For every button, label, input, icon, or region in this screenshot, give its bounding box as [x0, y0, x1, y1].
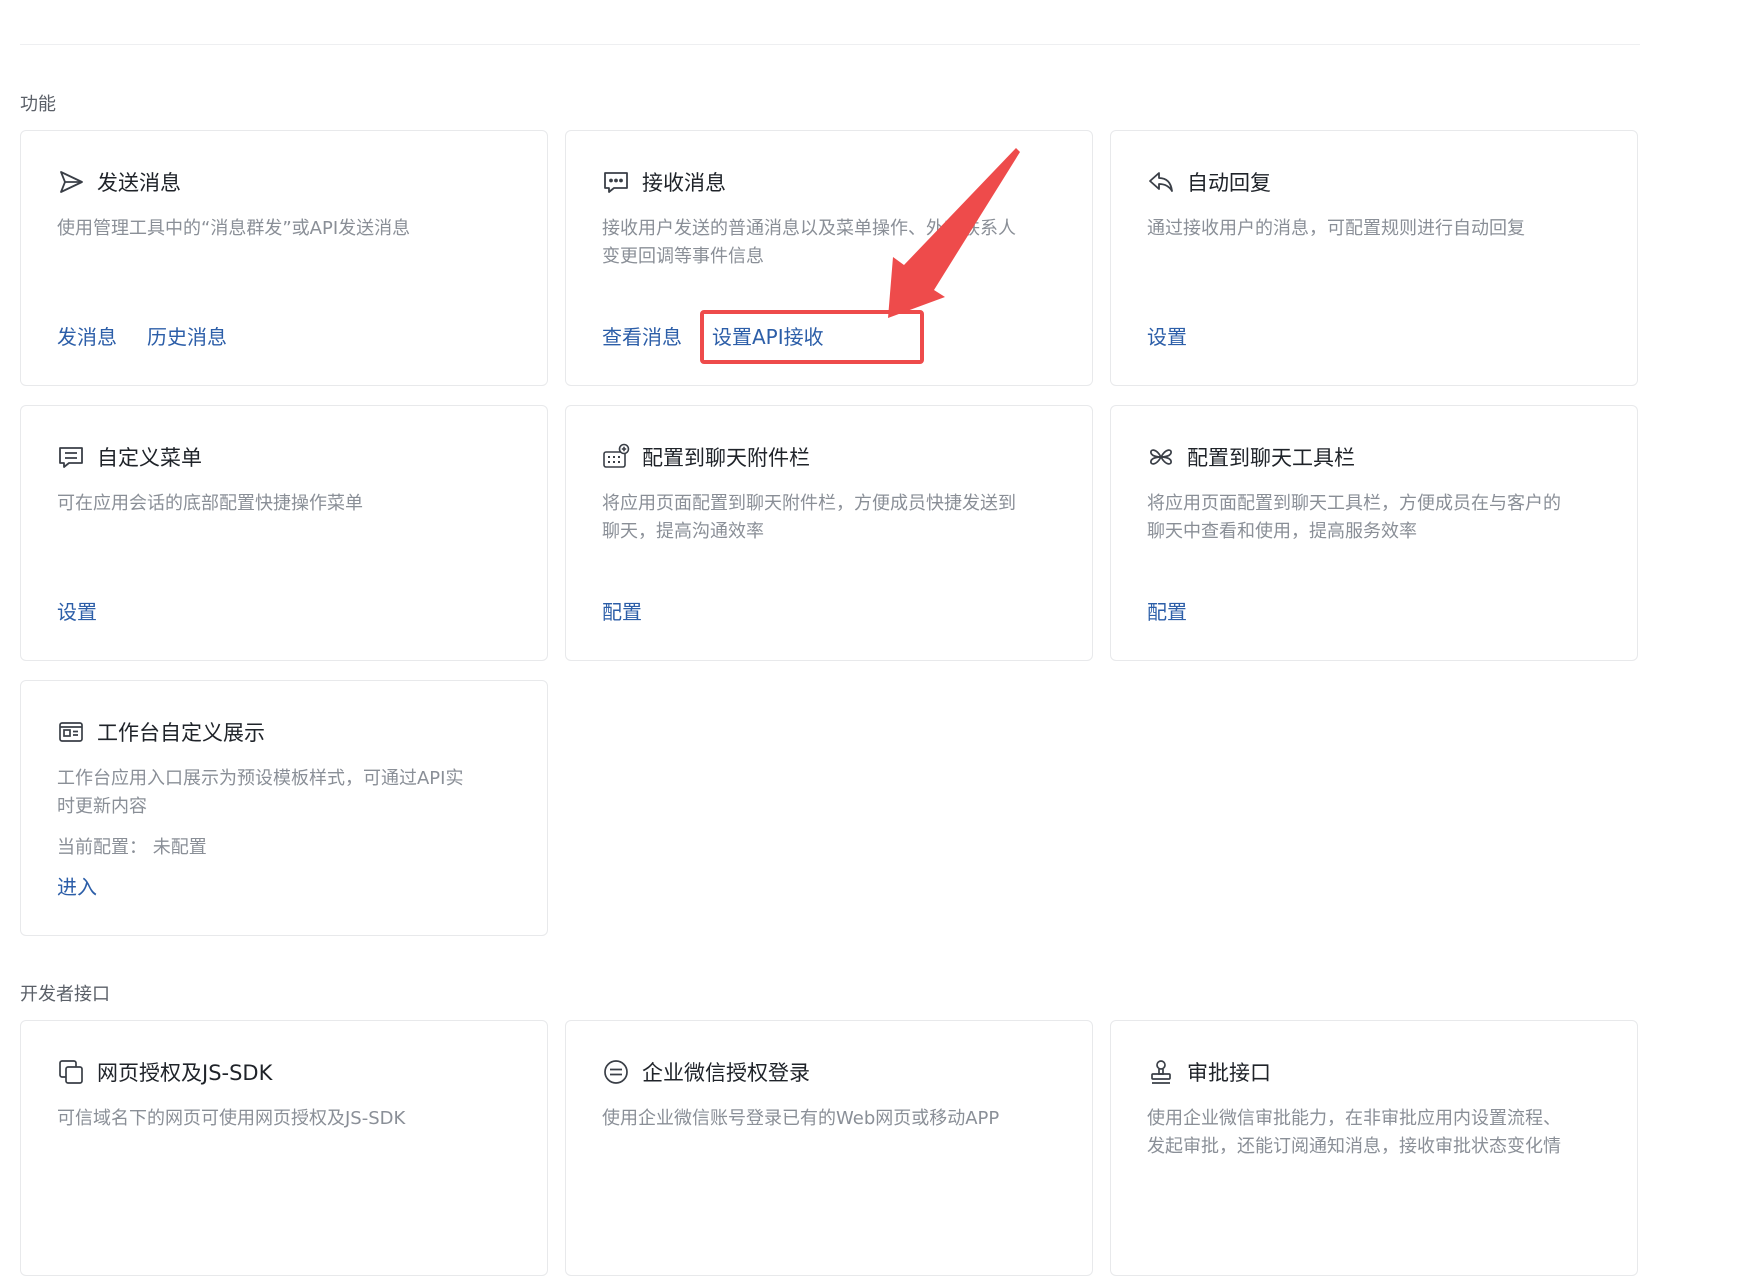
set-api-receive-link[interactable]: 设置API接收 — [712, 321, 824, 350]
card-description: 将应用页面配置到聊天附件栏，方便成员快捷发送到 聊天，提高沟通效率 — [602, 493, 1016, 542]
card-description: 使用管理工具中的“消息群发”或API发送消息 — [57, 218, 411, 239]
card-workbench-display: 工作台自定义展示 工作台应用入口展示为预设模板样式，可通过API实 时更新内容 … — [20, 680, 548, 936]
card-send-message: 发送消息 使用管理工具中的“消息群发”或API发送消息 发消息 历史消息 — [20, 130, 548, 386]
copy-icon — [57, 1058, 85, 1086]
keyboard-add-icon — [602, 443, 630, 471]
template-icon — [57, 718, 85, 746]
card-title: 配置到聊天工具栏 — [1187, 446, 1355, 470]
section-title-features: 功能 — [20, 94, 56, 115]
card-description: 接收用户发送的普通消息以及菜单操作、外部联系人 变更回调等事件信息 — [602, 218, 1016, 267]
history-messages-link[interactable]: 历史消息 — [147, 321, 227, 350]
card-description: 使用企业微信账号登录已有的Web网页或移动APP — [602, 1108, 1000, 1129]
card-chat-attachment-bar: 配置到聊天附件栏 将应用页面配置到聊天附件栏，方便成员快捷发送到 聊天，提高沟通… — [565, 405, 1093, 661]
card-approval-api[interactable]: 审批接口 使用企业微信审批能力，在非审批应用内设置流程、 发起审批，还能订阅通知… — [1110, 1020, 1638, 1276]
card-description: 将应用页面配置到聊天工具栏，方便成员在与客户的 聊天中查看和使用，提高服务效率 — [1147, 493, 1561, 542]
workbench-enter-link[interactable]: 进入 — [57, 871, 97, 900]
card-receive-message: 接收消息 接收用户发送的普通消息以及菜单操作、外部联系人 变更回调等事件信息 查… — [565, 130, 1093, 386]
card-title: 发送消息 — [97, 171, 181, 195]
card-wecom-auth-login[interactable]: 企业微信授权登录 使用企业微信账号登录已有的Web网页或移动APP — [565, 1020, 1093, 1276]
card-description: 可信域名下的网页可使用网页授权及JS-SDK — [57, 1108, 406, 1129]
card-chat-toolbar: 配置到聊天工具栏 将应用页面配置到聊天工具栏，方便成员在与客户的 聊天中查看和使… — [1110, 405, 1638, 661]
view-messages-link[interactable]: 查看消息 — [602, 321, 682, 350]
card-title: 审批接口 — [1187, 1061, 1271, 1085]
card-title: 自动回复 — [1187, 171, 1271, 195]
card-description: 工作台应用入口展示为预设模板样式，可通过API实 时更新内容 — [57, 768, 464, 817]
card-title: 企业微信授权登录 — [642, 1061, 810, 1085]
card-custom-menu: 自定义菜单 可在应用会话的底部配置快捷操作菜单 设置 — [20, 405, 548, 661]
card-auto-reply: 自动回复 通过接收用户的消息，可配置规则进行自动回复 设置 — [1110, 130, 1638, 386]
toolbar-icon — [1147, 443, 1175, 471]
section-title-developer: 开发者接口 — [20, 984, 110, 1005]
card-title: 工作台自定义展示 — [97, 721, 265, 745]
card-description: 可在应用会话的底部配置快捷操作菜单 — [57, 493, 363, 514]
card-title: 网页授权及JS-SDK — [97, 1061, 273, 1085]
send-icon — [57, 168, 85, 196]
custom-menu-settings-link[interactable]: 设置 — [57, 596, 97, 625]
card-title: 配置到聊天附件栏 — [642, 446, 810, 470]
stamp-icon — [1147, 1058, 1175, 1086]
toolbar-configure-link[interactable]: 配置 — [1147, 596, 1187, 625]
card-title: 接收消息 — [642, 171, 726, 195]
menu-icon — [57, 443, 85, 471]
equal-circle-icon — [602, 1058, 630, 1086]
reply-icon — [1147, 168, 1175, 196]
attachment-bar-configure-link[interactable]: 配置 — [602, 596, 642, 625]
card-title: 自定义菜单 — [97, 446, 202, 470]
card-description: 通过接收用户的消息，可配置规则进行自动回复 — [1147, 218, 1525, 239]
send-message-link[interactable]: 发消息 — [57, 321, 117, 350]
message-icon — [602, 168, 630, 196]
auto-reply-settings-link[interactable]: 设置 — [1147, 321, 1187, 350]
current-config-status: 当前配置： 未配置 — [57, 837, 207, 858]
top-divider — [20, 44, 1640, 45]
card-web-auth-jssdk[interactable]: 网页授权及JS-SDK 可信域名下的网页可使用网页授权及JS-SDK — [20, 1020, 548, 1276]
